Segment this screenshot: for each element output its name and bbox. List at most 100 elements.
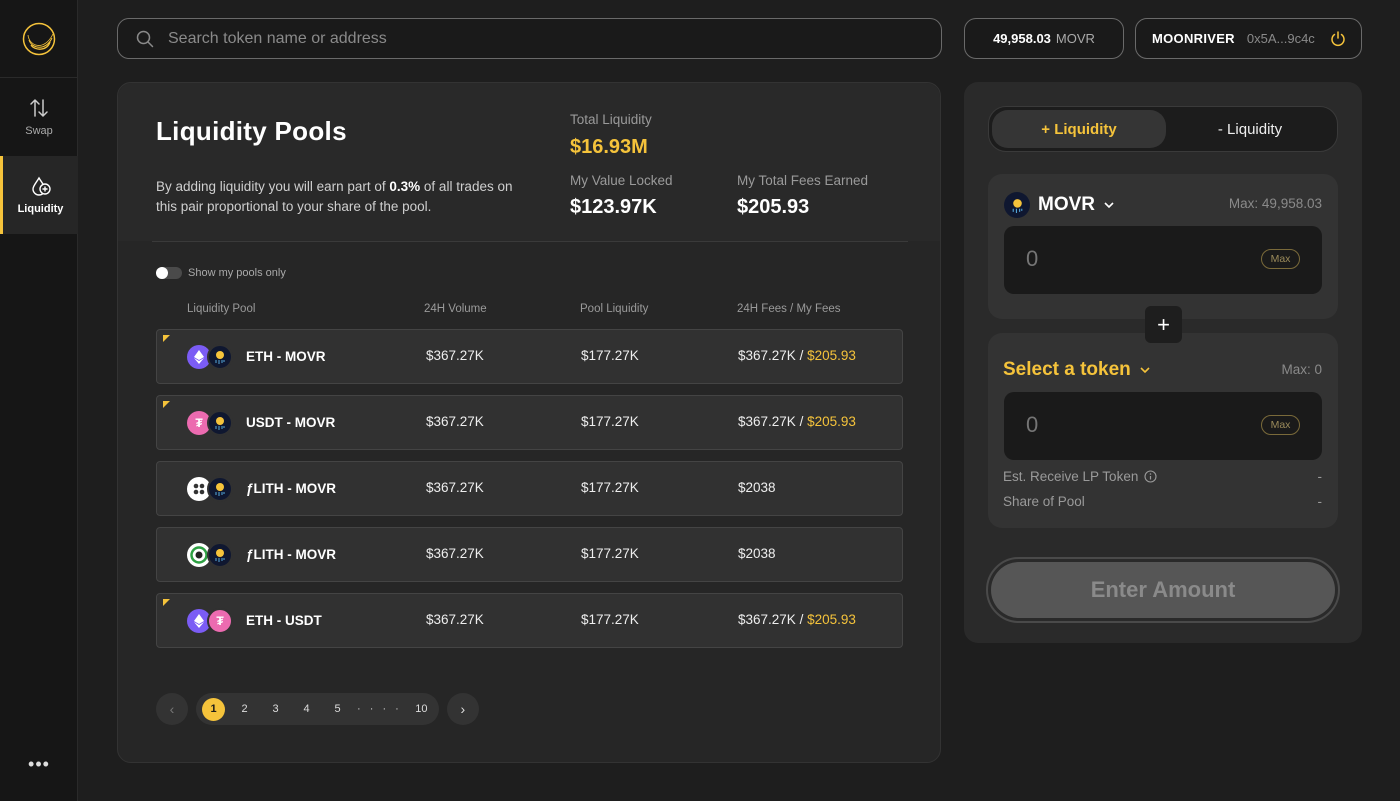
page-list: 1 2 3 4 5 · · · · 10 — [196, 693, 439, 725]
fees-earned-value: $205.93 — [737, 196, 810, 218]
plus-icon: + — [1145, 306, 1182, 343]
pool-name: ƒLITH - MOVR — [246, 547, 336, 562]
pool-fees: $367.27K / $205.93 — [738, 414, 856, 429]
search-icon — [136, 30, 154, 47]
total-liquidity-value: $16.93M — [570, 136, 648, 158]
tab-remove-liquidity[interactable]: - Liquidity — [1163, 110, 1337, 148]
my-pool-marker — [163, 335, 170, 342]
fees-separator: / — [799, 612, 804, 627]
info-icon[interactable] — [1144, 470, 1157, 483]
pool-fees: $2038 — [738, 480, 776, 495]
fees-24h: $367.27K — [738, 612, 796, 627]
token1-selector[interactable]: MOVR — [1004, 192, 1115, 218]
value-locked-label: My Value Locked — [570, 173, 673, 188]
pool-fees: $2038 — [738, 546, 776, 561]
share-of-pool-value: - — [1317, 494, 1323, 509]
table-row[interactable]: ETH - MOVR $367.27K $177.27K $367.27K / … — [156, 329, 903, 384]
token2-selector[interactable]: Select a token — [1003, 359, 1151, 381]
token2-amount-box: Max — [1004, 392, 1322, 460]
table-row[interactable]: ₮ USDT - MOVR $367.27K $177.27K $367.27K… — [156, 395, 903, 450]
enter-amount-frame: Enter Amount — [986, 557, 1340, 623]
column-header-liquidity: Pool Liquidity — [580, 303, 649, 315]
lp-token-label: Est. Receive LP Token — [1003, 469, 1139, 484]
token2-symbol: Select a token — [1003, 359, 1131, 380]
pool-volume: $367.27K — [426, 414, 484, 429]
pair-icons: ₮ — [187, 410, 233, 436]
movr-token-icon — [207, 542, 233, 568]
table-row[interactable]: ƒLITH - MOVR $367.27K $177.27K $2038 — [156, 461, 903, 516]
token1-max-button[interactable]: Max — [1261, 249, 1300, 269]
token1-amount-input[interactable] — [1026, 246, 1226, 272]
column-header-volume: 24H Volume — [424, 303, 487, 315]
fees-separator: / — [799, 348, 804, 363]
pair-icons — [187, 476, 233, 502]
power-icon[interactable] — [1329, 30, 1347, 48]
pool-liquidity: $177.27K — [581, 348, 639, 363]
my-fees: $205.93 — [807, 612, 856, 627]
page-title: Liquidity Pools — [156, 116, 347, 146]
page-4[interactable]: 4 — [295, 698, 318, 721]
page-10[interactable]: 10 — [410, 698, 433, 721]
toggle-label: Show my pools only — [188, 267, 286, 279]
pool-liquidity: $177.27K — [581, 612, 639, 627]
pool-liquidity: $177.27K — [581, 480, 639, 495]
pools-header: Liquidity Pools By adding liquidity you … — [118, 83, 940, 241]
next-page-button[interactable]: › — [446, 693, 479, 725]
pool-volume: $367.27K — [426, 348, 484, 363]
page-1[interactable]: 1 — [202, 697, 225, 721]
column-header-pool: Liquidity Pool — [187, 303, 256, 315]
wallet-address: 0x5A...9c4c — [1246, 31, 1315, 46]
pools-description: By adding liquidity you will earn part o… — [156, 177, 516, 217]
page-3[interactable]: 3 — [264, 698, 287, 721]
token1-symbol: MOVR — [1038, 194, 1095, 215]
swap-icon — [30, 99, 48, 117]
enter-amount-button[interactable]: Enter Amount — [991, 562, 1335, 618]
chevron-down-icon — [1104, 202, 1114, 209]
movr-token-icon — [1004, 192, 1030, 218]
movr-token-icon — [207, 344, 233, 370]
movr-token-icon — [207, 410, 233, 436]
pagination: ‹ 1 2 3 4 5 · · · · 10 › — [156, 693, 479, 725]
token2-amount-input[interactable] — [1026, 412, 1226, 438]
token2-max-label: Max: 0 — [1281, 362, 1322, 377]
search-input[interactable] — [168, 29, 868, 48]
page-ellipsis: · · · · — [357, 703, 402, 715]
liquidity-tabs: + Liquidity - Liquidity — [988, 106, 1338, 152]
token1-max-label: Max: 49,958.03 — [1228, 196, 1322, 211]
movr-token-icon — [207, 476, 233, 502]
balance-display: 49,958.03 MOVR — [964, 18, 1124, 59]
tab-add-liquidity[interactable]: + Liquidity — [992, 110, 1166, 148]
fees-24h: $367.27K — [738, 348, 796, 363]
table-row[interactable]: ₮ ETH - USDT $367.27K $177.27K $367.27K … — [156, 593, 903, 648]
search-bar — [117, 18, 942, 59]
wallet-button[interactable]: MOONRIVER 0x5A...9c4c — [1135, 18, 1362, 59]
my-fees: $205.93 — [807, 414, 856, 429]
liquidity-panel: + Liquidity - Liquidity MOVR Max: 49,958… — [964, 82, 1362, 643]
fees-separator: / — [799, 414, 804, 429]
pair-icons — [187, 344, 233, 370]
app-logo[interactable] — [22, 22, 56, 56]
token2-max-button[interactable]: Max — [1261, 415, 1300, 435]
balance-amount: 49,958.03 — [993, 31, 1051, 46]
sidebar-item-swap[interactable]: Swap — [0, 78, 78, 156]
fees-24h: $367.27K — [738, 414, 796, 429]
page-2[interactable]: 2 — [233, 698, 256, 721]
toggle-knob — [156, 267, 168, 279]
token1-box: MOVR Max: 49,958.03 Max — [988, 174, 1338, 319]
show-my-pools-toggle[interactable]: Show my pools only — [156, 267, 286, 279]
pool-name: ƒLITH - MOVR — [246, 481, 336, 496]
pool-name: ETH - USDT — [246, 613, 322, 628]
sidebar-item-liquidity[interactable]: Liquidity — [0, 156, 78, 234]
lp-token-value: - — [1317, 469, 1323, 484]
more-menu-icon[interactable]: ••• — [0, 754, 78, 775]
fees-earned-label: My Total Fees Earned — [737, 173, 869, 188]
pool-liquidity: $177.27K — [581, 546, 639, 561]
page-5[interactable]: 5 — [326, 698, 349, 721]
pool-fees: $367.27K / $205.93 — [738, 348, 856, 363]
prev-page-button[interactable]: ‹ — [156, 693, 188, 725]
liquidity-icon — [31, 176, 51, 196]
table-row[interactable]: ƒLITH - MOVR $367.27K $177.27K $2038 — [156, 527, 903, 582]
my-pool-marker — [163, 401, 170, 408]
toggle-track[interactable] — [156, 267, 182, 279]
value-locked-value: $123.97K — [570, 196, 657, 218]
